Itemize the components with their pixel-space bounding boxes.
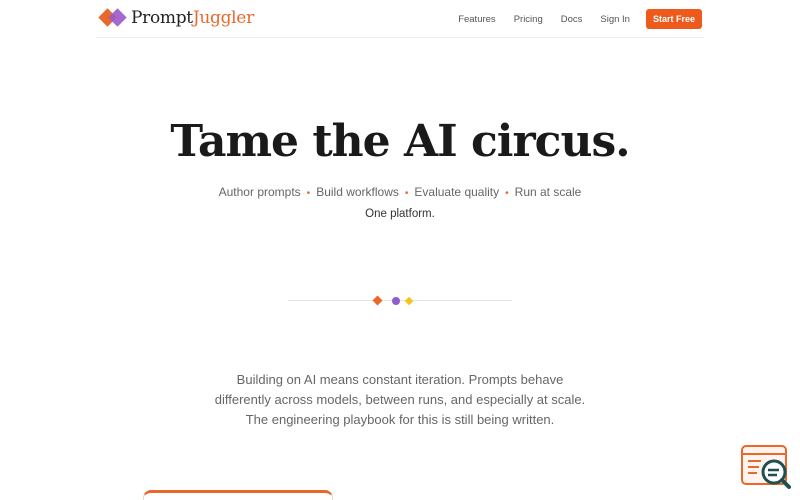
purple-circle-icon	[392, 297, 400, 305]
intro-line-1: Building on AI means constant iteration.…	[236, 372, 564, 387]
brand-logo[interactable]: PromptJuggler	[98, 8, 254, 28]
brand-name: PromptJuggler	[131, 8, 254, 28]
nav-link-pricing[interactable]: Pricing	[514, 14, 543, 25]
feature-evaluate-quality: Evaluate quality	[414, 185, 500, 199]
feature-author-prompts: Author prompts	[218, 185, 301, 199]
search-document-icon[interactable]	[739, 443, 793, 493]
orange-diamond-icon	[372, 295, 383, 306]
nav-link-features[interactable]: Features	[458, 14, 496, 25]
intro-line-3: The engineering playbook for this is sti…	[245, 412, 555, 427]
intro-line-2: differently across models, between runs,…	[214, 392, 586, 407]
decorative-dots	[371, 295, 421, 306]
start-free-button[interactable]: Start Free	[645, 9, 702, 29]
feature-separator: •	[306, 188, 311, 199]
feature-run-at-scale: Run at scale	[514, 185, 582, 199]
feature-separator: •	[404, 188, 409, 199]
nav-link-sign-in[interactable]: Sign In	[600, 14, 630, 25]
nav-links: Features Pricing Docs Sign In Start Free	[440, 9, 702, 29]
top-nav: PromptJuggler Features Pricing Docs Sign…	[96, 0, 704, 38]
intro-paragraph: Building on AI means constant iteration.…	[190, 370, 610, 430]
feature-card-top	[143, 490, 333, 500]
feature-list: Author prompts • Build workflows • Evaluate …	[0, 185, 800, 199]
hero-subtitle: One platform.	[365, 208, 435, 220]
hero-title: Tame the AI circus.	[170, 116, 630, 167]
yellow-diamond-icon	[404, 296, 414, 306]
feature-build-workflows: Build workflows	[316, 185, 399, 199]
nav-link-docs[interactable]: Docs	[561, 14, 583, 25]
feature-separator: •	[505, 188, 509, 199]
diamond-logo-icon	[98, 8, 128, 28]
